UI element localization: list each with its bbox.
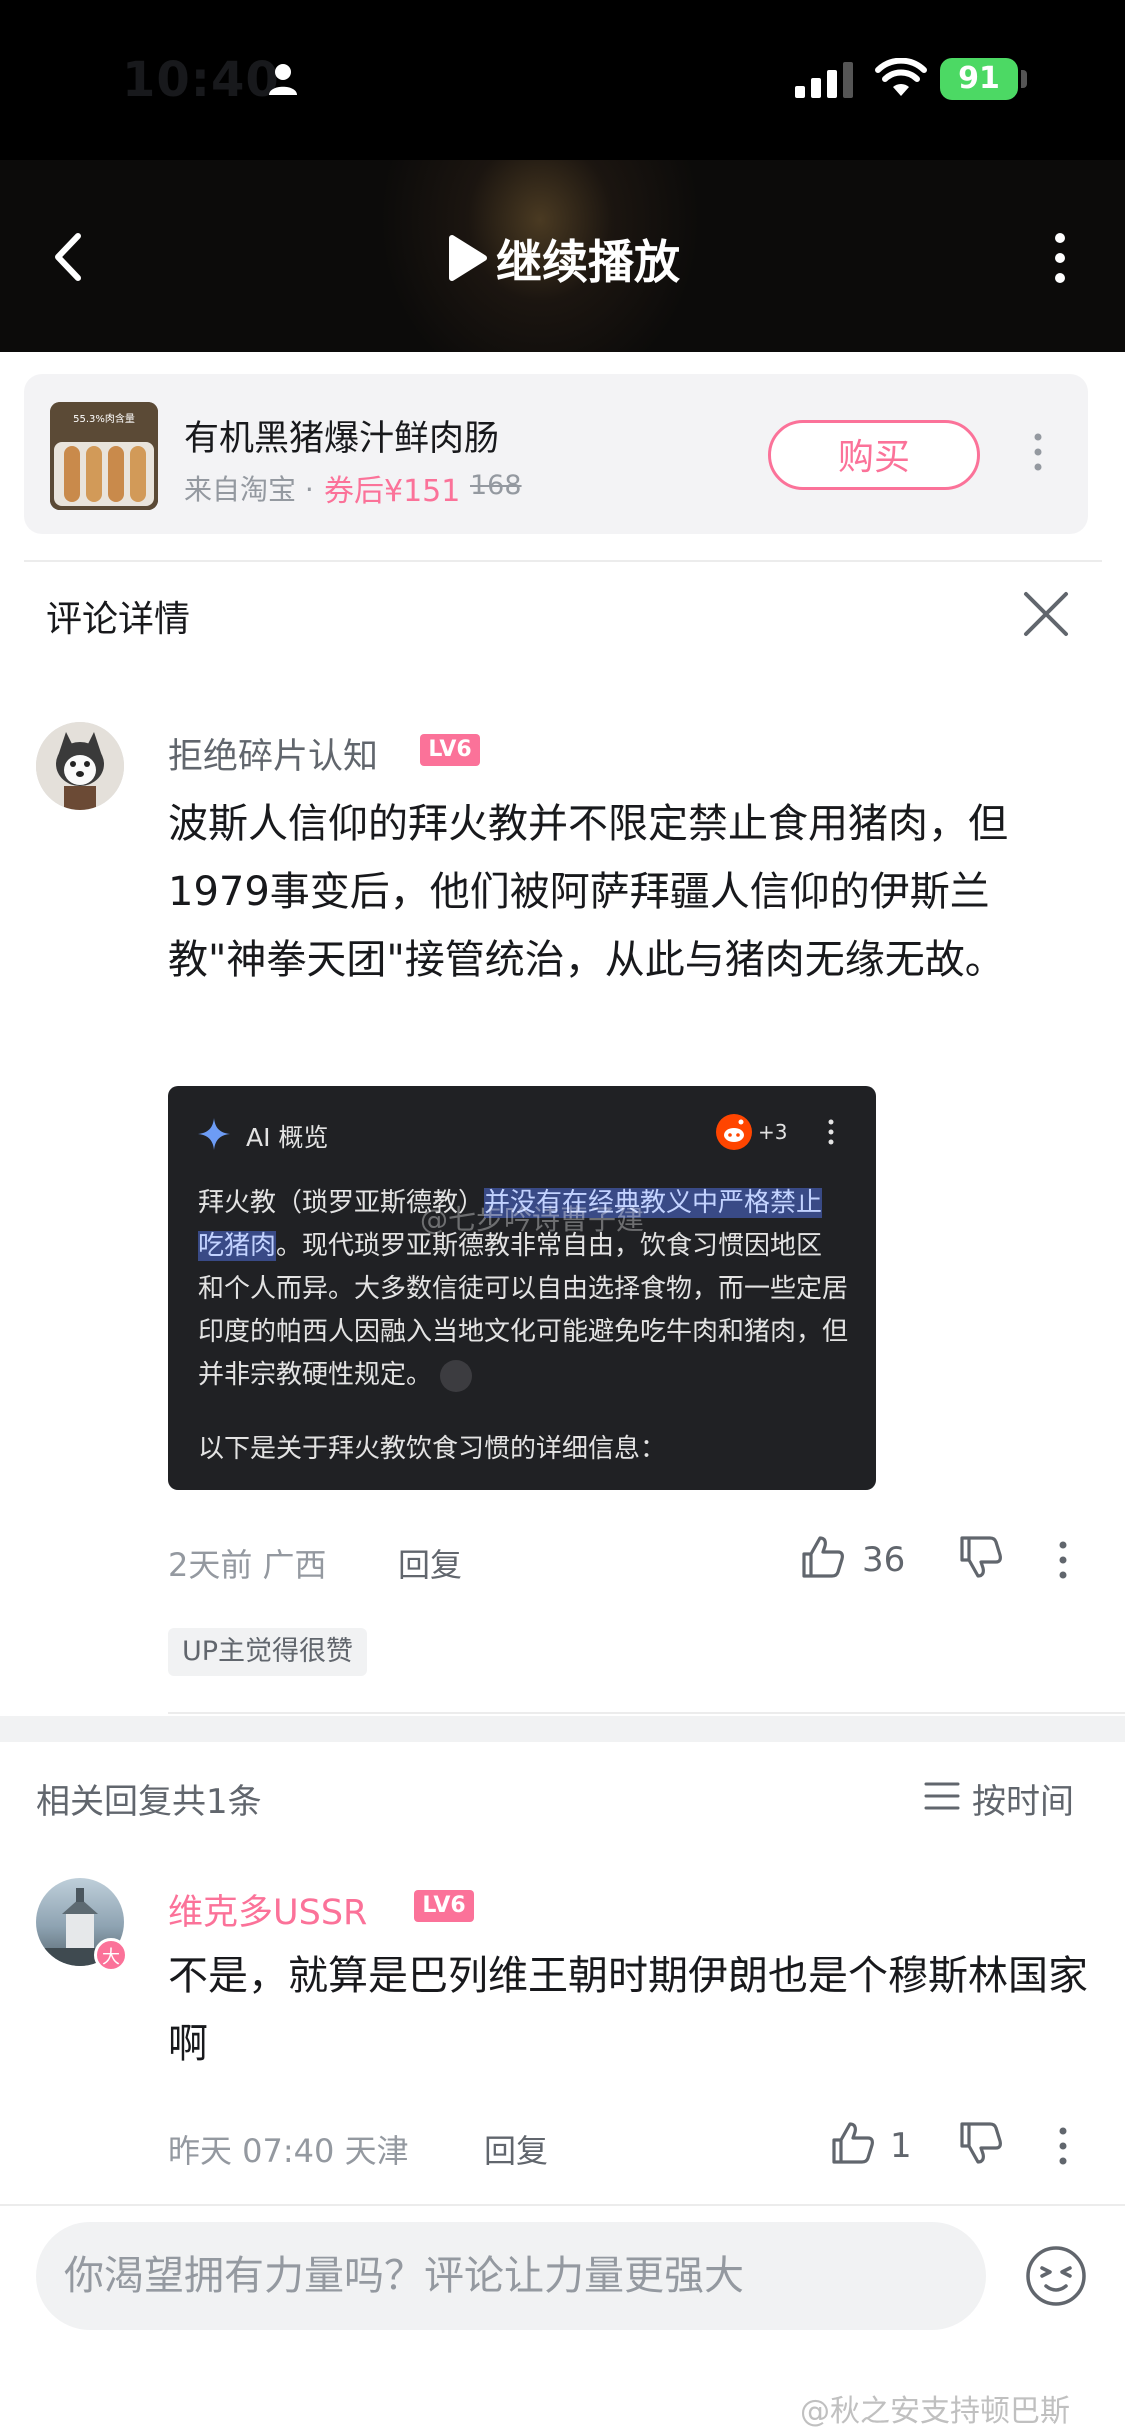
image-watermark: @七步吟诗曹子建 [420,1203,645,1236]
sausage-image: 55.3%肉含量 [50,402,158,510]
ai-more-icon [828,1119,834,1145]
product-more-icon[interactable] [1030,432,1046,472]
product-source: 来自淘宝 · [184,473,314,506]
section-separator [0,1716,1125,1742]
comment-text: 波斯人信仰的拜火教并不限定禁止食用猪肉，但1979事变后，他们被阿萨拜疆人信仰的… [168,801,1008,983]
person-icon [269,64,297,95]
level-badge: LV6 [414,1890,474,1922]
reply-text: 不是，就算是巴列维王朝时期伊朗也是个穆斯林国家啊 [168,1953,1088,2067]
avatar[interactable] [36,722,124,810]
divider [0,2204,1125,2206]
like-icon[interactable] [800,1534,846,1580]
ai-text-after: 。现代琐罗亚斯德教非常自由，饮食习惯因地区和个人而异。大多数信徒可以自由选择食物… [198,1231,849,1390]
sort-icon[interactable] [924,1780,960,1812]
wifi-icon [875,58,927,96]
continue-play-button[interactable]: 继续播放 [496,226,680,292]
divider [168,1712,1125,1714]
ai-source-count: +3 [758,1120,788,1144]
reply-button[interactable]: 回复 [398,1540,462,1586]
close-icon[interactable] [1020,588,1072,640]
avatar-badge: 大 [94,1938,128,1972]
ai-overview-label: AI 概览 [246,1123,329,1152]
comment-time-location: 2天前 广西 [168,1546,327,1584]
husky-avatar-image [36,722,124,810]
product-original-price: 168 [470,470,522,501]
reddit-icon [716,1114,752,1150]
ai-more-info-text: 以下是关于拜火教饮食习惯的详细信息： [198,1434,667,1464]
divider [24,560,1102,562]
reply-more-icon[interactable] [1056,2126,1070,2166]
link-icon [440,1359,473,1392]
status-time: 10:40 [122,52,280,108]
emoji-icon[interactable] [1024,2244,1088,2308]
thumb-text: 55.3%肉含量 [73,412,135,425]
buy-button[interactable]: 购买 [768,420,980,490]
like-icon[interactable] [830,2120,876,2166]
related-replies-count: 相关回复共1条 [36,1782,262,1822]
cellular-signal-icon [795,62,853,98]
battery-tip [1021,70,1027,88]
product-thumbnail[interactable]: 55.3%肉含量 [50,402,158,510]
battery-indicator: 91 [940,58,1018,100]
product-title[interactable]: 有机黑猪爆汁鲜肉肠 [184,410,499,461]
dislike-icon[interactable] [958,2120,1004,2166]
comment-more-icon[interactable] [1056,1540,1070,1580]
ai-sparkle-icon [198,1118,230,1150]
up-liked-tag: UP主觉得很赞 [168,1628,368,1676]
sort-by-time-button[interactable]: 按时间 [972,1774,1074,1823]
more-options-icon[interactable] [1040,230,1080,286]
reply-username[interactable]: 维克多USSR [168,1884,367,1935]
back-icon[interactable] [40,222,100,292]
comment-input[interactable]: 你渴望拥有力量吗？评论让力量更强大 [36,2222,986,2330]
product-price: 券后¥151 [324,474,461,509]
reply-button[interactable]: 回复 [484,2126,548,2172]
like-count: 36 [862,1540,906,1580]
like-count: 1 [890,2126,912,2166]
dislike-icon[interactable] [958,1534,1004,1580]
weibo-watermark: @秋之安支持顿巴斯 [800,2394,1070,2429]
level-badge: LV6 [420,734,480,766]
play-icon[interactable] [446,234,488,282]
comment-detail-title: 评论详情 [46,599,191,640]
reply-time-location: 昨天 07:40 天津 [168,2132,409,2170]
comment-username[interactable]: 拒绝碎片认知 [168,728,378,779]
